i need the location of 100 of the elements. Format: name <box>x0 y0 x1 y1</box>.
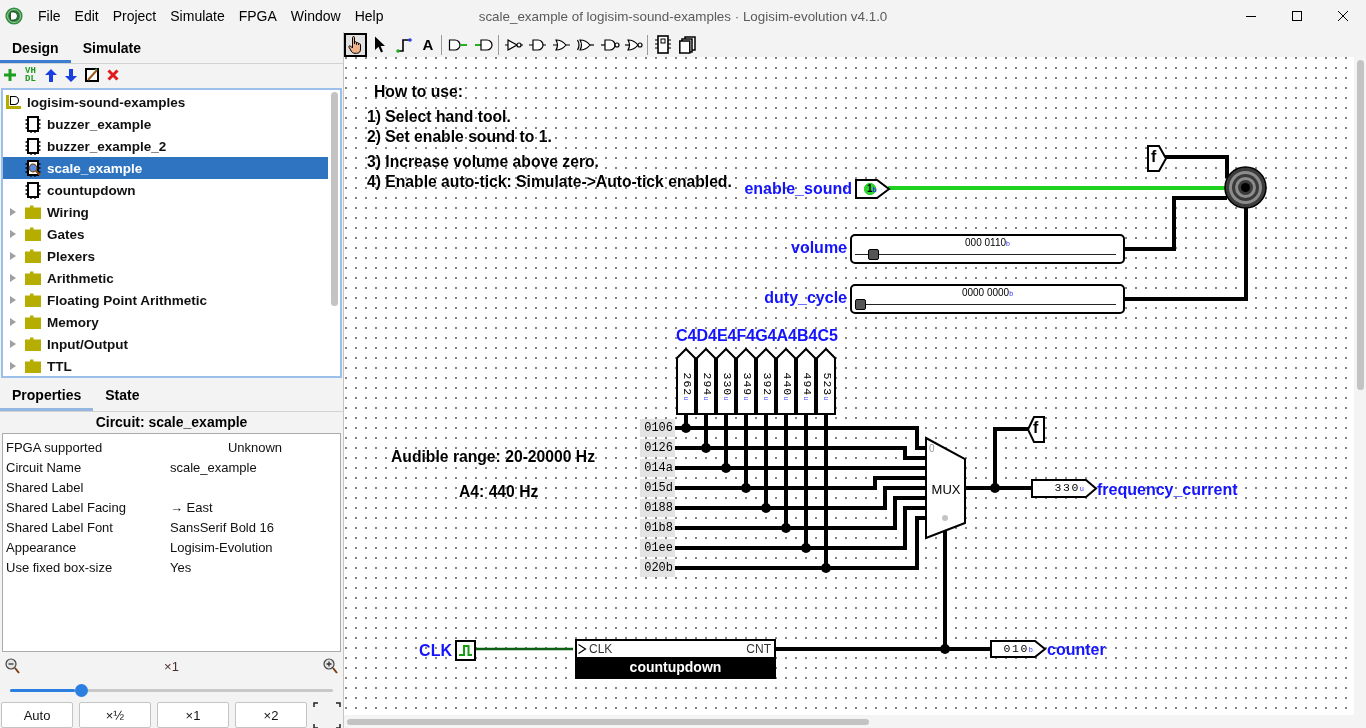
tree-item[interactable]: Wiring <box>3 201 328 223</box>
tree-item[interactable]: TTL <box>3 355 328 377</box>
property-name: Appearance <box>5 539 78 555</box>
instruction-text: 1) Select hand tool. <box>367 108 511 126</box>
menu-item[interactable]: Simulate <box>163 6 232 26</box>
caret-icon[interactable] <box>9 229 17 239</box>
clock-icon[interactable] <box>455 640 476 661</box>
close-icon <box>1338 11 1348 21</box>
tree-item[interactable]: scale_example <box>3 157 328 179</box>
port-label: CLK <box>589 642 613 656</box>
delete-icon[interactable] <box>107 69 119 81</box>
caret-icon[interactable] <box>9 361 17 371</box>
tab[interactable]: Simulate <box>70 32 154 63</box>
property-name: Circuit Name <box>5 459 83 475</box>
scrollbar-thumb[interactable] <box>330 92 338 306</box>
constant: 0188 <box>640 499 675 517</box>
window-title: scale_example of logisim-sound-examples · Logisim-evolution v4.1.0 <box>478 8 888 24</box>
tree-item[interactable]: Input/Output <box>3 333 328 355</box>
property-name: Shared Label Facing <box>5 499 127 515</box>
property-value[interactable]: SansSerif Bold 16 <box>170 519 340 535</box>
mux-input-label: 0 <box>929 443 935 455</box>
zoom-button[interactable]: ×2 <box>235 702 307 728</box>
instruction-text: How to use: <box>374 83 463 101</box>
tunnel: f <box>1147 145 1167 172</box>
chip-icon <box>25 181 41 199</box>
pin-icon <box>474 37 494 52</box>
corner-brackets-icon[interactable] <box>313 701 341 728</box>
folder-icon <box>25 227 41 241</box>
caret-icon[interactable] <box>9 317 17 327</box>
property-value[interactable]: Yes <box>170 559 340 575</box>
caret-icon[interactable] <box>9 295 17 305</box>
caret-icon[interactable] <box>9 251 17 261</box>
folder-icon <box>25 359 41 373</box>
zoom-out-icon[interactable] <box>5 658 20 674</box>
circuit-canvas[interactable] <box>344 57 1354 715</box>
slider-thumb[interactable] <box>75 683 89 697</box>
caret-icon[interactable] <box>9 339 17 349</box>
menu-item[interactable]: Project <box>105 6 164 26</box>
tree-item[interactable]: Floating Point Arithmetic <box>3 289 328 311</box>
zoom-in-icon[interactable] <box>323 658 338 674</box>
junction-dot <box>990 483 1000 493</box>
folder-icon <box>25 337 41 351</box>
port-label: CNT <box>746 642 771 656</box>
hand-tool-button[interactable] <box>344 32 367 57</box>
menu-item[interactable]: Window <box>283 6 348 26</box>
zoom-button[interactable]: ×1 <box>157 702 229 728</box>
constant: 01ee <box>640 539 675 557</box>
menu-item[interactable]: Edit <box>67 6 106 26</box>
zoom-button[interactable]: Auto <box>1 702 73 728</box>
property-value[interactable]: Logisim-Evolution <box>170 539 340 555</box>
and-gate-icon <box>529 37 547 52</box>
chip-tool-button[interactable] <box>652 32 674 57</box>
folder-icon <box>25 249 41 263</box>
hand-icon <box>348 35 363 54</box>
menu-item[interactable]: File <box>31 6 68 26</box>
note-text: Audible range: 20-20000 Hz <box>391 448 595 466</box>
property-value[interactable]: scale_example <box>170 459 340 475</box>
menu-item[interactable]: Help <box>347 6 391 26</box>
tab[interactable]: State <box>93 378 152 411</box>
junction-dot <box>801 543 811 553</box>
instruction-text: 2) Set enable sound to 1. <box>367 128 552 146</box>
component-label: enable_sound <box>744 180 852 198</box>
text-tool-button[interactable]: A <box>417 32 439 57</box>
caret-icon[interactable] <box>9 273 17 283</box>
wire <box>1164 155 1229 178</box>
chip-magnifier-icon <box>25 159 41 177</box>
property-value[interactable]: Unknown <box>170 439 340 455</box>
or-gate-icon <box>553 37 571 52</box>
tree-item[interactable]: logisim-sound-examples <box>3 91 328 113</box>
tree-item[interactable]: buzzer_example <box>3 113 328 135</box>
tree-item[interactable]: Memory <box>3 311 328 333</box>
tree-item[interactable]: Plexers <box>3 245 328 267</box>
property-name: Shared Label Font <box>5 519 114 535</box>
arrow-up-icon[interactable] <box>45 68 57 82</box>
property-name: Use fixed box-size <box>5 559 114 575</box>
instruction-text: 3) Increase volume above zero. <box>367 153 599 171</box>
arrow-down-icon[interactable] <box>65 68 77 82</box>
logo-icon <box>5 7 23 25</box>
menu-item[interactable]: FPGA <box>231 6 284 26</box>
tree-item[interactable]: Arithmetic <box>3 267 328 289</box>
tab[interactable]: Design <box>0 32 71 63</box>
instruction-text: 4) Enable auto-tick: Simulate->Auto-tick enabled. <box>367 173 732 191</box>
folder-icon <box>25 293 41 307</box>
scrollbar-thumb[interactable] <box>347 718 869 725</box>
caret-icon[interactable] <box>9 207 17 217</box>
pencil-square-icon[interactable] <box>85 68 99 82</box>
tree-item[interactable]: Gates <box>3 223 328 245</box>
tree-item[interactable]: countupdown <box>3 179 328 201</box>
component-label: counter <box>1047 641 1106 659</box>
slider-knob[interactable] <box>855 299 866 310</box>
plus-icon[interactable] <box>4 69 16 81</box>
maximize-icon <box>1292 11 1302 21</box>
chip-icon <box>25 137 41 155</box>
property-value[interactable]: → East <box>170 499 340 515</box>
slider-knob[interactable] <box>867 249 879 260</box>
scrollbar-thumb[interactable] <box>1356 60 1364 390</box>
tree-item[interactable]: buzzer_example_2 <box>3 135 328 157</box>
zoom-button[interactable]: ×½ <box>79 702 151 728</box>
tab[interactable]: Properties <box>0 378 94 411</box>
panel-title: Circuit: scale_example <box>94 413 249 432</box>
